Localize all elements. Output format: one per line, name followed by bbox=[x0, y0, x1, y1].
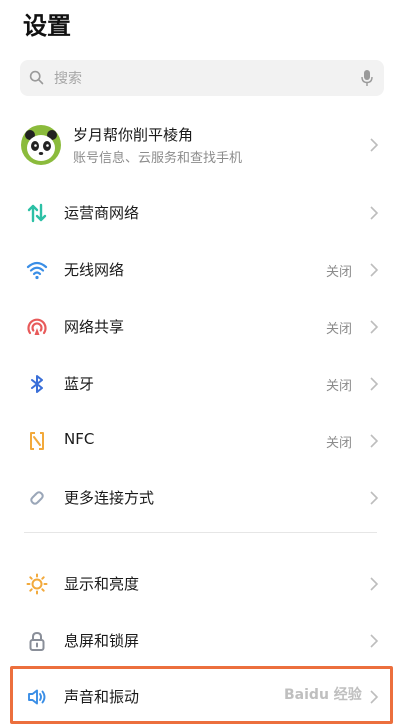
settings-item-label: 息屏和锁屏 bbox=[64, 632, 140, 650]
settings-item-more-connections[interactable]: 更多连接方式 bbox=[0, 470, 401, 526]
search-bar[interactable] bbox=[20, 60, 384, 96]
settings-item-label: 显示和亮度 bbox=[64, 575, 140, 593]
account-subtitle: 账号信息、云服务和查找手机 bbox=[73, 151, 243, 166]
link-icon bbox=[30, 491, 44, 505]
chevron-right-icon bbox=[370, 577, 379, 591]
chevron-right-icon bbox=[370, 434, 379, 448]
search-icon bbox=[29, 70, 44, 85]
wifi-icon bbox=[26, 261, 48, 280]
settings-item-label: 网络共享 bbox=[64, 318, 125, 336]
account-row[interactable]: 岁月帮你削平棱角 账号信息、云服务和查找手机 bbox=[0, 118, 401, 174]
settings-item-nfc[interactable]: NFC 关闭 bbox=[0, 413, 401, 469]
brightness-icon bbox=[26, 573, 48, 595]
settings-item-cellular[interactable]: 运营商网络 bbox=[0, 185, 401, 241]
settings-item-value: 关闭 bbox=[325, 379, 352, 394]
chevron-right-icon bbox=[370, 491, 379, 505]
settings-item-bluetooth[interactable]: 蓝牙 关闭 bbox=[0, 356, 401, 412]
chevron-right-icon bbox=[370, 263, 379, 277]
settings-item-label: 更多连接方式 bbox=[64, 489, 155, 507]
settings-item-value: 关闭 bbox=[325, 322, 352, 337]
settings-item-hotspot[interactable]: 网络共享 关闭 bbox=[0, 299, 401, 355]
nfc-icon bbox=[30, 432, 44, 450]
watermark: Baidu 经验 bbox=[284, 687, 362, 703]
section-divider bbox=[24, 532, 377, 533]
settings-item-lockscreen[interactable]: 息屏和锁屏 bbox=[0, 613, 401, 669]
bluetooth-icon bbox=[31, 375, 43, 393]
chevron-right-icon bbox=[370, 138, 379, 152]
chevron-right-icon bbox=[370, 634, 379, 648]
settings-item-value: 关闭 bbox=[325, 436, 352, 451]
settings-item-label: 无线网络 bbox=[64, 261, 125, 279]
hotspot-icon bbox=[27, 318, 47, 335]
chevron-right-icon bbox=[370, 206, 379, 220]
settings-item-value: 关闭 bbox=[325, 265, 352, 280]
avatar bbox=[21, 125, 61, 165]
page-title: 设置 bbox=[23, 12, 71, 40]
cellular-data-icon bbox=[27, 203, 47, 223]
search-input[interactable] bbox=[52, 66, 356, 92]
account-name: 岁月帮你削平棱角 bbox=[73, 126, 194, 144]
settings-item-label: NFC bbox=[64, 430, 95, 448]
settings-item-display[interactable]: 显示和亮度 bbox=[0, 556, 401, 612]
settings-item-wifi[interactable]: 无线网络 关闭 bbox=[0, 242, 401, 298]
chevron-right-icon bbox=[370, 320, 379, 334]
lock-icon bbox=[29, 631, 45, 651]
chevron-right-icon bbox=[370, 377, 379, 391]
microphone-icon[interactable] bbox=[361, 69, 373, 87]
settings-item-label: 蓝牙 bbox=[64, 375, 95, 393]
settings-item-label: 运营商网络 bbox=[64, 204, 140, 222]
